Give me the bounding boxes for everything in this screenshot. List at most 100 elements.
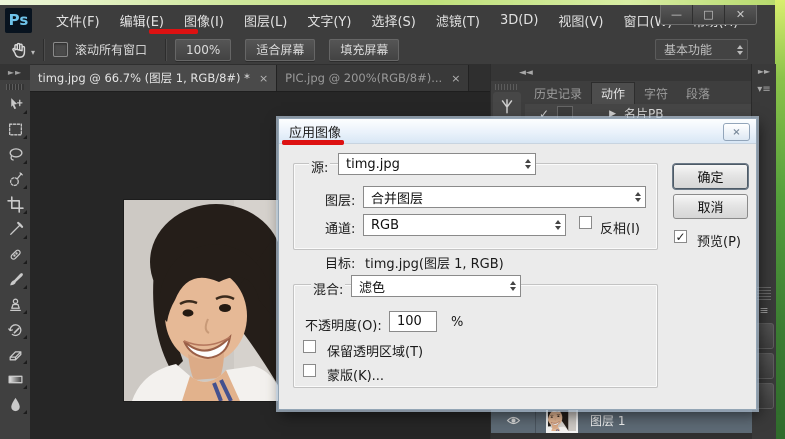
close-button[interactable]: ✕ [724, 5, 756, 24]
brush-tool[interactable] [0, 267, 30, 292]
spinner-icon [550, 215, 565, 235]
eyedropper-tool[interactable] [0, 217, 30, 242]
collapsed-panel-button[interactable] [755, 353, 774, 379]
spot-healing-brush-tool[interactable] [0, 242, 30, 267]
document-tab-pic[interactable]: PIC.jpg @ 200%(RGB/8#)... × [277, 65, 469, 91]
tab-character[interactable]: 字符 [635, 83, 677, 104]
cancel-button[interactable]: 取消 [673, 194, 748, 219]
document-tab-title: PIC.jpg @ 200%(RGB/8#)... [285, 71, 442, 85]
blend-label: 混合: [311, 279, 345, 298]
source-dropdown[interactable]: timg.jpg [338, 153, 536, 175]
layer-thumbnail[interactable] [546, 407, 578, 433]
fill-screen-button[interactable]: 填充屏幕 [329, 39, 399, 61]
dialog-close-button[interactable]: × [723, 123, 750, 141]
dialog-title: 应用图像 [289, 122, 341, 141]
layer-dropdown[interactable]: 合并图层 [363, 186, 646, 208]
collapse-panels-icon[interactable]: ◄◄ [519, 68, 533, 78]
menu-type[interactable]: 文字(Y) [297, 11, 361, 30]
zoom-100-button[interactable]: 100% [175, 39, 231, 61]
tab-close-icon[interactable]: × [259, 72, 268, 85]
eye-icon[interactable] [506, 415, 521, 426]
tools-expand-icon[interactable]: ►► [0, 64, 30, 80]
scrollbar-grip[interactable] [756, 287, 771, 300]
art-history-brush-dock-icon[interactable] [493, 92, 521, 119]
divider [165, 39, 167, 61]
scroll-all-windows-label: 滚动所有窗口 [75, 41, 147, 58]
layer-value: 合并图层 [371, 188, 423, 207]
target-label: 目标: [323, 253, 357, 272]
layers-panel: 图层 1 [490, 405, 752, 439]
spinner-icon [505, 276, 520, 296]
channel-value: RGB [371, 218, 399, 233]
history-brush-tool[interactable] [0, 317, 30, 342]
preview-checkbox[interactable]: ✓ [674, 230, 687, 243]
menu-edit[interactable]: 编辑(E) [110, 11, 174, 30]
portrait-image [124, 200, 281, 401]
fit-screen-button[interactable]: 适合屏幕 [245, 39, 315, 61]
preserve-transparency-checkbox[interactable] [303, 340, 316, 353]
expand-action-icon[interactable]: ▶ [609, 109, 616, 119]
photo-document [124, 200, 281, 401]
desktop-wallpaper-right [775, 0, 785, 439]
quick-selection-tool[interactable] [0, 167, 30, 192]
channel-dropdown[interactable]: RGB [363, 214, 566, 236]
menu-layer[interactable]: 图层(L) [234, 11, 297, 30]
expand-dock-icon[interactable]: ►► [752, 67, 776, 76]
dock-grip[interactable] [495, 84, 517, 90]
menu-3d[interactable]: 3D(D) [490, 13, 548, 28]
layer-visibility-cell[interactable] [491, 407, 536, 433]
lasso-tool[interactable] [0, 142, 30, 167]
photoshop-window: Ps 文件(F) 编辑(E) 图像(I) 图层(L) 文字(Y) 选择(S) 滤… [0, 0, 785, 439]
move-tool[interactable] [0, 92, 30, 117]
panel-menu-icon[interactable]: ▾≡ [752, 84, 776, 95]
maximize-button[interactable]: □ [692, 5, 724, 24]
document-tab-timg[interactable]: timg.jpg @ 66.7% (图层 1, RGB/8#) * × [30, 65, 277, 91]
invert-checkbox[interactable] [579, 216, 592, 229]
menu-filter[interactable]: 滤镜(T) [426, 11, 490, 30]
blur-tool[interactable] [0, 392, 30, 417]
invert-label: 反相(I) [598, 218, 642, 237]
blend-dropdown[interactable]: 滤色 [351, 275, 521, 297]
photoshop-logo: Ps [5, 8, 32, 33]
rectangular-marquee-tool[interactable] [0, 117, 30, 142]
dialog-title-bar[interactable]: 应用图像 [279, 119, 756, 144]
tools-grip[interactable] [6, 84, 24, 90]
spinner-icon [520, 154, 535, 174]
layer-name[interactable]: 图层 1 [590, 412, 625, 429]
menu-bar: Ps 文件(F) 编辑(E) 图像(I) 图层(L) 文字(Y) 选择(S) 滤… [0, 5, 775, 36]
check-icon: ✓ [675, 231, 685, 243]
spinner-icon [630, 187, 645, 207]
gradient-tool[interactable] [0, 367, 30, 392]
collapsed-panel-button[interactable] [755, 323, 774, 349]
layer-label: 图层: [323, 190, 357, 209]
menu-file[interactable]: 文件(F) [46, 11, 110, 30]
crop-tool[interactable] [0, 192, 30, 217]
tab-actions[interactable]: 动作 [591, 82, 635, 104]
source-value: timg.jpg [346, 157, 400, 172]
menu-view[interactable]: 视图(V) [548, 11, 613, 30]
clone-stamp-tool[interactable] [0, 292, 30, 317]
layer-row-selected[interactable]: 图层 1 [491, 407, 752, 433]
menu-select[interactable]: 选择(S) [361, 11, 425, 30]
ok-button[interactable]: 确定 [673, 164, 748, 189]
minimize-button[interactable]: — [661, 5, 692, 24]
opacity-label: 不透明度(O): [303, 315, 384, 334]
apply-image-dialog: 应用图像 × 源: timg.jpg 图层: 合并图层 通道: RGB 反相(I… [278, 118, 757, 410]
hand-tool-caret-icon[interactable]: ▾ [31, 48, 35, 57]
preview-label: 预览(P) [695, 231, 743, 250]
scroll-all-windows-checkbox[interactable] [53, 42, 68, 57]
tab-history[interactable]: 历史记录 [525, 83, 591, 104]
opacity-input[interactable] [389, 311, 437, 332]
red-annotation-image-menu [149, 29, 198, 34]
divider [43, 39, 45, 61]
menu-image[interactable]: 图像(I) [174, 11, 234, 30]
mask-checkbox[interactable] [303, 364, 316, 377]
eraser-tool[interactable] [0, 342, 30, 367]
hand-tool-icon[interactable] [9, 40, 28, 59]
workspace-switcher[interactable]: 基本功能 [655, 39, 748, 60]
channel-label: 通道: [323, 218, 357, 237]
tab-close-icon[interactable]: × [451, 72, 460, 85]
tab-paragraph[interactable]: 段落 [677, 83, 719, 104]
collapsed-panel-button[interactable] [755, 383, 774, 409]
panel-tab-bar: 历史记录 动作 字符 段落 [525, 82, 719, 104]
